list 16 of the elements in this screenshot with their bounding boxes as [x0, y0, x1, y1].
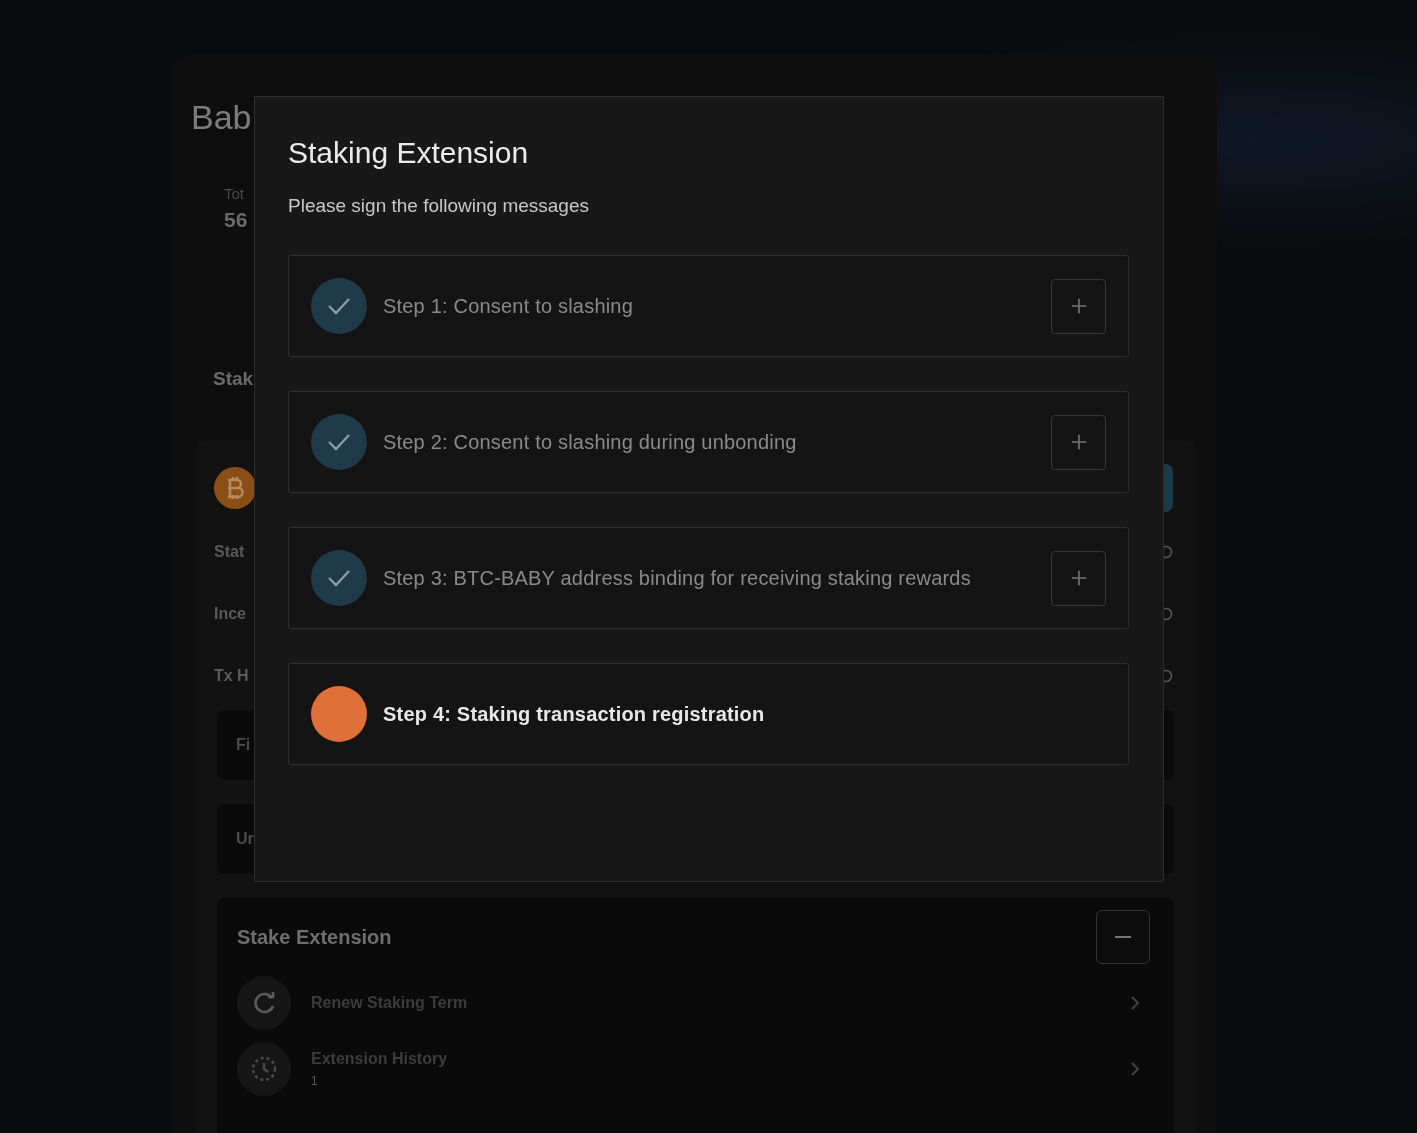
modal-subtitle: Please sign the following messages — [288, 195, 589, 217]
step-label: Step 1: Consent to slashing — [383, 294, 634, 318]
total-value: 56 — [224, 208, 248, 232]
section-title: Stak — [213, 368, 254, 390]
detail-label: Fi — [236, 736, 251, 754]
total-label: Tot — [224, 185, 244, 202]
page-title: Bab — [191, 97, 252, 138]
field-label: Ince — [214, 605, 246, 623]
modal-title: Staking Extension — [288, 135, 529, 171]
field-label: Stat — [214, 543, 245, 561]
step-label: Step 2: Consent to slashing during unbonding — [383, 430, 798, 454]
step-label: Step 3: BTC-BABY address binding for receiving staking rewards — [383, 566, 972, 590]
field-label: Tx H — [214, 667, 249, 685]
detail-label: Ur — [236, 830, 254, 848]
step-label: Step 4: Staking transaction registration — [383, 702, 766, 726]
section-title: Stake Extension — [237, 925, 392, 949]
